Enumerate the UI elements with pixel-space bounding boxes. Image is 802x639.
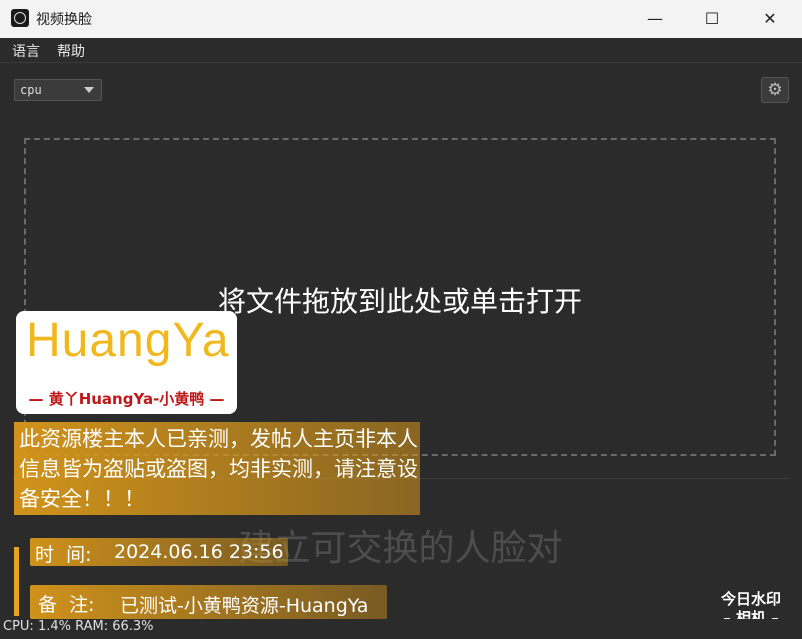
watermark-accent-bar — [14, 547, 19, 616]
window-title: 视频换脸 — [36, 12, 92, 28]
camera-brand-line1: 今日水印 — [720, 590, 781, 608]
watermark-note: 备 注: 已测试-小黄鸭资源-HuangYa — [30, 585, 387, 619]
title-bar[interactable]: 视频换脸 — ☐ ✕ — [0, 0, 802, 38]
device-select[interactable]: cpu — [14, 79, 102, 101]
minimize-button[interactable]: — — [632, 0, 678, 38]
note-value: 已测试-小黄鸭资源-HuangYa — [120, 595, 369, 617]
time-value: 2024.06.16 23:56 — [114, 541, 284, 563]
app-icon — [11, 9, 29, 27]
notice-text: 此资源楼主本人已亲测，发帖人主页非本人信息皆为盗贴或盗图，均非实测，请注意设备安… — [19, 427, 418, 511]
resource-usage: CPU: 1.4% RAM: 66.3% — [3, 619, 154, 634]
status-bar: CPU: 1.4% RAM: 66.3% — [0, 619, 802, 639]
logo-subtitle: — 黄丫HuangYa-小黄鸭 — — [28, 390, 225, 408]
close-button[interactable]: ✕ — [747, 0, 793, 38]
watermark-notice: 此资源楼主本人已亲测，发帖人主页非本人信息皆为盗贴或盗图，均非实测，请注意设备安… — [14, 422, 420, 515]
note-label: 备 注: — [38, 594, 95, 616]
gear-icon: ⚙ — [767, 80, 783, 100]
watermark-time: 时 间: 2024.06.16 23:56 — [30, 538, 288, 566]
menu-bar: 语言 帮助 — [0, 38, 802, 63]
logo-text: HuangYa — [26, 314, 230, 367]
watermark-logo: HuangYa — 黄丫HuangYa-小黄鸭 — — [16, 311, 237, 414]
time-label: 时 间: — [35, 544, 92, 566]
chevron-down-icon — [84, 87, 94, 93]
menu-language[interactable]: 语言 — [12, 41, 40, 61]
maximize-button[interactable]: ☐ — [689, 0, 735, 38]
settings-button[interactable]: ⚙ — [761, 77, 789, 103]
device-select-value: cpu — [20, 83, 42, 97]
menu-help[interactable]: 帮助 — [57, 41, 85, 61]
